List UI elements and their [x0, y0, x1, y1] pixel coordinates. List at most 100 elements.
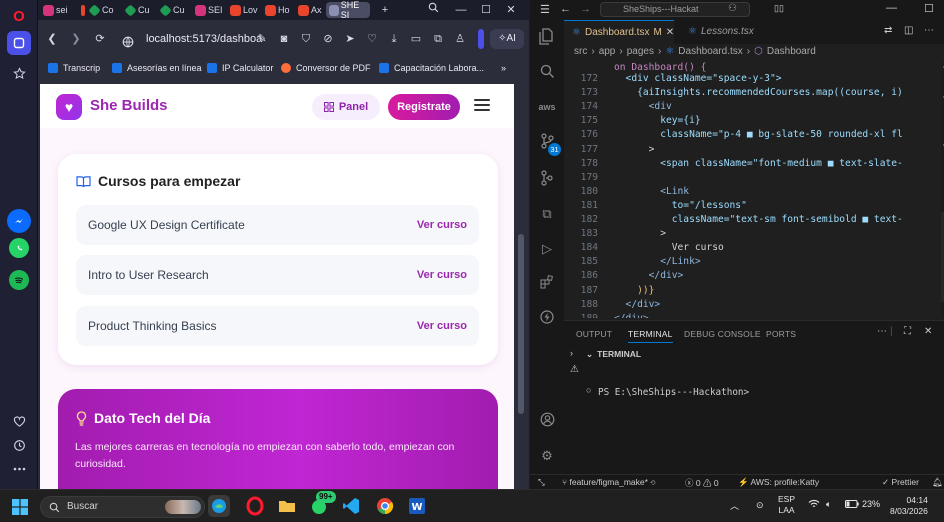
camera-icon[interactable]: ◙: [276, 31, 292, 47]
battery-saver-icon[interactable]: ▭: [408, 31, 424, 47]
breadcrumb-item[interactable]: app: [599, 46, 616, 57]
extensions-icon[interactable]: [538, 275, 556, 293]
problems-status[interactable]: ⓧ 0 ⚠ 0: [685, 477, 719, 489]
layout-icon[interactable]: ▯▯: [774, 3, 796, 17]
new-tab-button[interactable]: +: [376, 2, 394, 18]
tab-lessons[interactable]: ⚛ Lessons.tsx: [680, 20, 762, 44]
breadcrumb-item[interactable]: Dashboard: [767, 46, 816, 57]
code-line[interactable]: to="/lessons": [614, 200, 747, 211]
code-line[interactable]: </Link>: [614, 256, 700, 267]
browser-tab[interactable]: Cu: [157, 2, 188, 18]
snapshot-icon[interactable]: ⧉: [430, 31, 446, 47]
browser-tab[interactable]: Ax: [295, 2, 325, 18]
back-icon[interactable]: ❮: [44, 31, 60, 47]
terminal-section[interactable]: ⌄ TERMINAL: [586, 349, 641, 360]
tab-terminal[interactable]: TERMINAL: [628, 329, 673, 343]
breadcrumb-item[interactable]: Dashboard.tsx: [678, 46, 742, 57]
workspace-icon[interactable]: [7, 31, 31, 55]
whatsapp-icon[interactable]: [9, 238, 29, 258]
browser-tab[interactable]: Co: [86, 2, 117, 18]
bookmark-item[interactable]: Asesorías en línea: [112, 60, 202, 76]
taskbar-app-word[interactable]: W: [406, 495, 428, 517]
brand-name[interactable]: She Builds: [90, 97, 168, 114]
close-icon[interactable]: ✕: [666, 21, 674, 45]
code-line[interactable]: {aiInsights.recommendedCourses.map((cour…: [614, 87, 903, 98]
run-debug-icon[interactable]: ▷: [538, 240, 556, 258]
code-line[interactable]: className="p-4 ■ bg-slate-50 rounded-xl …: [614, 129, 903, 140]
forward-icon[interactable]: →: [580, 3, 591, 15]
more-actions-icon[interactable]: ⋯: [924, 25, 934, 36]
history-icon[interactable]: [7, 433, 31, 457]
close-icon[interactable]: ✕: [502, 2, 520, 18]
edit-icon[interactable]: ✎: [254, 31, 270, 47]
taskbar-app-opera[interactable]: [244, 495, 266, 517]
code-line[interactable]: ))}: [614, 285, 654, 296]
code-line[interactable]: <div className="space-y-3">: [614, 73, 782, 84]
shield-icon[interactable]: ⛉: [298, 31, 314, 47]
compare-icon[interactable]: ⇄: [884, 25, 892, 36]
split-editor-icon[interactable]: ◫: [904, 25, 913, 36]
code-line[interactable]: className="text-sm font-semibold ■ text-: [614, 214, 903, 225]
prettier-status[interactable]: ✓ Prettier: [882, 477, 919, 488]
tab-output[interactable]: OUTPUT: [576, 329, 612, 339]
maximize-icon[interactable]: ☐: [477, 2, 495, 18]
back-icon[interactable]: ←: [560, 3, 571, 15]
taskbar-search[interactable]: Buscar: [40, 496, 205, 518]
profile-icon[interactable]: ♙: [452, 31, 468, 47]
code-line[interactable]: </div>: [614, 270, 684, 281]
breadcrumb-item[interactable]: src: [574, 46, 587, 57]
taskbar-app-whatsapp[interactable]: 99+: [308, 491, 336, 517]
maximize-icon[interactable]: ☐: [924, 2, 934, 15]
code-line[interactable]: <div: [614, 101, 672, 112]
settings-gear-icon[interactable]: ⚙: [538, 447, 556, 465]
download-icon[interactable]: ⤓: [386, 31, 402, 47]
copilot-icon[interactable]: ⚇: [728, 3, 737, 14]
panel-button[interactable]: Panel: [312, 94, 380, 120]
messenger-icon[interactable]: [7, 209, 31, 233]
bookmark-item[interactable]: Conversor de PDF: [281, 60, 371, 76]
adblock-icon[interactable]: ⊘: [320, 31, 336, 47]
branch-status[interactable]: ⑂ feature/figma_make* ⟲: [562, 477, 655, 487]
code-line[interactable]: >: [614, 228, 666, 239]
aws-status[interactable]: ⚡ AWS: profile:Katty: [738, 477, 819, 488]
view-course-link[interactable]: Ver curso: [417, 320, 467, 332]
breadcrumb-item[interactable]: pages: [627, 46, 654, 57]
scrollbar-thumb[interactable]: [518, 234, 524, 414]
aws-icon[interactable]: aws: [538, 98, 556, 116]
account-icon[interactable]: [538, 412, 556, 430]
windows-start-icon[interactable]: [12, 499, 28, 515]
more-actions-icon[interactable]: ⋯: [877, 326, 887, 337]
browser-tab[interactable]: SEI: [192, 2, 226, 18]
close-panel-icon[interactable]: ✕: [924, 326, 932, 337]
battery-indicator[interactable]: 23%: [845, 499, 880, 509]
browser-tab[interactable]: Ho: [262, 2, 293, 18]
explorer-icon[interactable]: [538, 28, 556, 46]
code-line[interactable]: </div>: [614, 299, 661, 310]
code-editor[interactable]: on Dashboard() { 172 <div className="spa…: [564, 62, 944, 318]
bookmark-item[interactable]: IP Calculator: [207, 60, 273, 76]
star-icon[interactable]: [7, 61, 31, 85]
bookmark-item[interactable]: Transcrip: [48, 60, 100, 76]
opera-logo-icon[interactable]: O: [7, 4, 31, 28]
more-icon[interactable]: [7, 457, 31, 481]
menu-icon[interactable]: [474, 99, 490, 111]
location-icon[interactable]: ⊙: [756, 500, 764, 511]
volume-icon[interactable]: 🔈︎: [826, 499, 831, 510]
tab-ports[interactable]: PORTS: [766, 329, 796, 339]
browser-tab-active[interactable]: SHE SI: [326, 0, 370, 20]
spotify-icon[interactable]: [9, 270, 29, 290]
browser-tab[interactable]: Cu: [122, 2, 153, 18]
language-indicator[interactable]: ESP LAA: [778, 494, 795, 516]
page-scrollbar[interactable]: [515, 84, 527, 489]
taskbar-app-explorer[interactable]: [276, 495, 298, 517]
terminal-prompt[interactable]: PS E:\SheShips---Hackathon>: [598, 387, 749, 398]
register-button[interactable]: Registrate: [388, 94, 460, 120]
search-tabs-icon[interactable]: [424, 2, 442, 18]
reload-icon[interactable]: ⟳: [92, 31, 108, 47]
tab-debug-console[interactable]: DEBUG CONSOLE: [684, 329, 761, 339]
clock[interactable]: 04:14 8/03/2026: [890, 495, 928, 517]
code-line[interactable]: <span className="font-medium ■ text-slat…: [614, 158, 903, 169]
view-course-link[interactable]: Ver curso: [417, 269, 467, 281]
view-course-link[interactable]: Ver curso: [417, 219, 467, 231]
heart-icon[interactable]: [7, 409, 31, 433]
